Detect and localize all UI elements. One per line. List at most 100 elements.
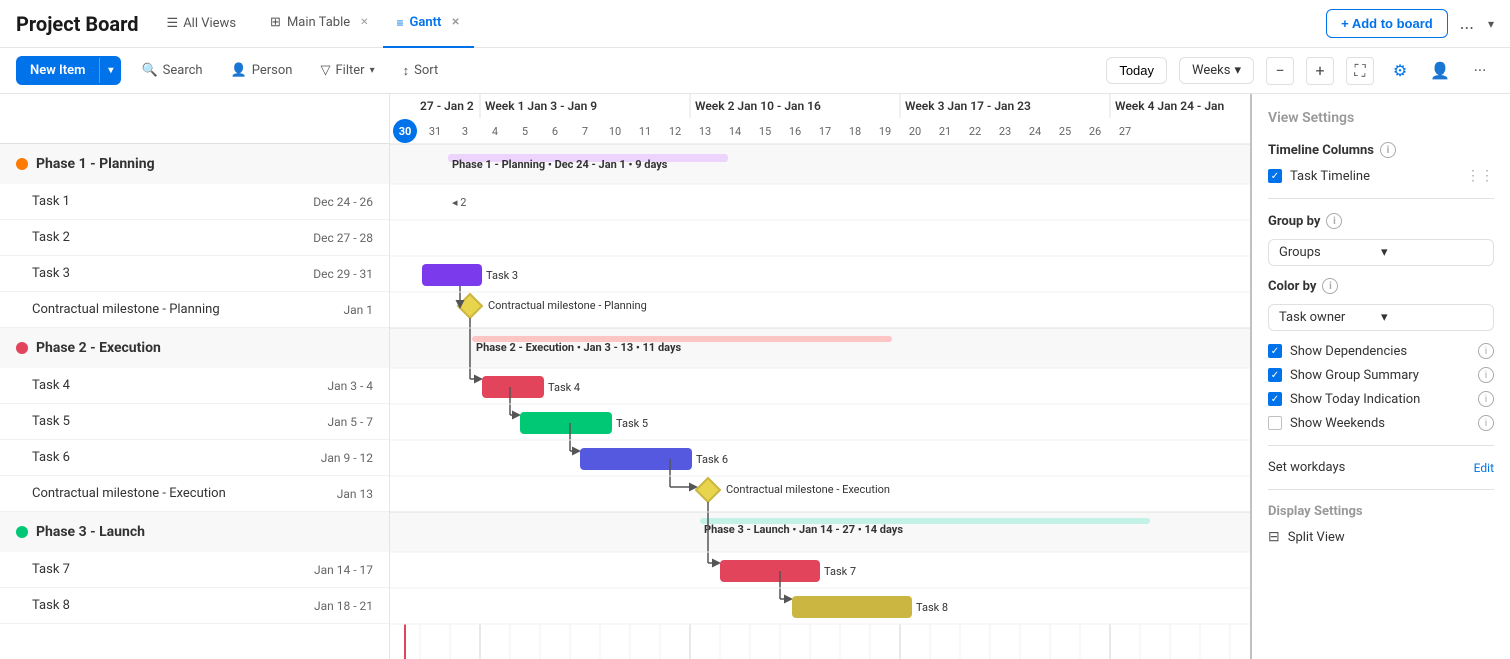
phase3-dot xyxy=(16,526,28,538)
tab-gantt[interactable]: ≡ Gantt ✕ xyxy=(383,0,474,48)
show-group-summary-info-icon[interactable]: i xyxy=(1478,367,1494,383)
group-by-label: Group by xyxy=(1268,214,1320,229)
task8-date: Jan 18 - 21 xyxy=(273,599,373,613)
new-item-dropdown-icon[interactable]: ▾ xyxy=(99,58,121,83)
svg-text:Phase 2 - Execution • Jan 3 -: Phase 2 - Execution • Jan 3 - 13 • 11 da… xyxy=(476,341,681,354)
show-group-summary-checkbox[interactable]: ✓ xyxy=(1268,368,1282,382)
set-workdays-row: Set workdays Edit xyxy=(1268,460,1494,475)
filter-icon: ▽ xyxy=(321,63,331,78)
zoom-out-button[interactable]: − xyxy=(1266,57,1294,85)
svg-text:5: 5 xyxy=(522,125,528,138)
svg-text:26: 26 xyxy=(1089,125,1101,138)
task1-date: Dec 24 - 26 xyxy=(273,195,373,209)
milestone2-name: Contractual milestone - Execution xyxy=(32,486,273,501)
sort-label: Sort xyxy=(414,63,438,78)
svg-text:6: 6 xyxy=(552,125,558,138)
svg-text:19: 19 xyxy=(879,125,891,138)
task-row: Contractual milestone - Planning Jan 1 xyxy=(0,292,389,328)
task-row: Task 2 Dec 27 - 28 xyxy=(0,220,389,256)
person2-icon: 👤 xyxy=(1430,61,1450,80)
svg-text:Task 8: Task 8 xyxy=(916,601,948,614)
group-by-selector[interactable]: Groups ▾ xyxy=(1268,239,1494,266)
color-by-selector[interactable]: Task owner ▾ xyxy=(1268,304,1494,331)
task-row: Task 6 Jan 9 - 12 xyxy=(0,440,389,476)
today-button[interactable]: Today xyxy=(1106,57,1167,84)
tab-gantt-label: Gantt xyxy=(410,15,442,30)
header-more-button[interactable]: ... xyxy=(1460,13,1474,34)
svg-text:24: 24 xyxy=(1029,125,1041,138)
header-chevron-button[interactable]: ▾ xyxy=(1488,17,1494,31)
weeks-chevron-icon: ▾ xyxy=(1234,63,1241,78)
gear-icon: ⚙ xyxy=(1393,61,1407,80)
show-dependencies-checkbox[interactable]: ✓ xyxy=(1268,344,1282,358)
svg-text:Task 3: Task 3 xyxy=(486,269,518,282)
group-header-phase1: Phase 1 - Planning xyxy=(0,144,389,184)
svg-text:10: 10 xyxy=(609,125,621,138)
phase1-dot xyxy=(16,158,28,170)
filter-chevron-icon: ▾ xyxy=(370,65,375,76)
show-today-label: Show Today Indication xyxy=(1290,392,1420,407)
task5-date: Jan 5 - 7 xyxy=(273,415,373,429)
sort-button[interactable]: ↕ Sort xyxy=(395,59,447,83)
toolbar-more-button[interactable]: ··· xyxy=(1466,57,1494,85)
new-item-button[interactable]: New Item ▾ xyxy=(16,56,121,85)
svg-text:22: 22 xyxy=(969,125,981,138)
settings-button[interactable]: ⚙ xyxy=(1386,57,1414,85)
split-view-row[interactable]: ⊟ Split View xyxy=(1268,529,1494,545)
tab-main-table[interactable]: ⊞ Main Table ✕ xyxy=(256,0,383,48)
show-today-checkbox[interactable]: ✓ xyxy=(1268,392,1282,406)
search-icon: 🔍 xyxy=(141,63,157,78)
show-weekends-info-icon[interactable]: i xyxy=(1478,415,1494,431)
color-by-chevron-icon: ▾ xyxy=(1381,310,1483,325)
tab-gantt-icon: ≡ xyxy=(397,16,404,30)
group-by-value: Groups xyxy=(1279,245,1381,260)
search-label: Search xyxy=(163,63,203,78)
svg-text:Contractual milestone - Planni: Contractual milestone - Planning xyxy=(488,299,647,312)
svg-text:20: 20 xyxy=(909,125,921,138)
all-views-button[interactable]: ☰ All Views xyxy=(159,12,245,35)
divider3 xyxy=(1268,489,1494,490)
svg-text:17: 17 xyxy=(819,125,831,138)
task-timeline-label: Task Timeline xyxy=(1290,169,1370,184)
person-button[interactable]: 👤 Person xyxy=(223,59,301,82)
color-by-label: Color by xyxy=(1268,279,1316,294)
tab-gantt-close[interactable]: ✕ xyxy=(451,17,459,28)
zoom-in-button[interactable]: + xyxy=(1306,57,1334,85)
show-dependencies-info-icon[interactable]: i xyxy=(1478,343,1494,359)
add-to-board-button[interactable]: + Add to board xyxy=(1326,9,1448,38)
group-by-info-icon[interactable]: i xyxy=(1326,213,1342,229)
fullscreen-button[interactable]: ⛶ xyxy=(1346,57,1374,85)
person2-button[interactable]: 👤 xyxy=(1426,57,1454,85)
task3-name: Task 3 xyxy=(32,266,273,281)
color-by-info-icon[interactable]: i xyxy=(1322,278,1338,294)
task8-name: Task 8 xyxy=(32,598,273,613)
svg-text:Week 4 Jan 24 - Jan: Week 4 Jan 24 - Jan xyxy=(1115,99,1224,113)
search-button[interactable]: 🔍 Search xyxy=(133,59,210,82)
task7-name: Task 7 xyxy=(32,562,273,577)
show-group-summary-label: Show Group Summary xyxy=(1290,368,1419,383)
show-today-row: ✓ Show Today Indication i xyxy=(1268,391,1494,407)
split-view-label: Split View xyxy=(1288,530,1345,545)
svg-text:Contractual milestone - Execut: Contractual milestone - Execution xyxy=(726,483,890,496)
group-by-section: Group by i xyxy=(1268,213,1494,229)
svg-text:21: 21 xyxy=(939,125,951,138)
color-by-value: Task owner xyxy=(1279,310,1381,325)
svg-text:Task 6: Task 6 xyxy=(696,453,728,466)
group-header-phase3: Phase 3 - Launch xyxy=(0,512,389,552)
right-panel: View Settings Timeline Columns i ✓ Task … xyxy=(1250,94,1510,659)
svg-text:25: 25 xyxy=(1059,125,1071,138)
toolbar-more-icon: ··· xyxy=(1474,61,1487,80)
svg-text:16: 16 xyxy=(789,125,801,138)
edit-workdays-button[interactable]: Edit xyxy=(1474,461,1494,475)
all-views-label: All Views xyxy=(183,16,236,31)
tab-main-table-close[interactable]: ✕ xyxy=(360,17,368,28)
svg-text:Task 7: Task 7 xyxy=(824,565,856,578)
filter-button[interactable]: ▽ Filter ▾ xyxy=(313,59,383,82)
weeks-selector[interactable]: Weeks ▾ xyxy=(1179,57,1254,84)
svg-text:Phase 3 - Launch • Jan 14 - 27: Phase 3 - Launch • Jan 14 - 27 • 14 days xyxy=(704,523,903,536)
timeline-columns-info-icon[interactable]: i xyxy=(1380,142,1396,158)
task-timeline-row: ✓ Task Timeline ⋮⋮ xyxy=(1268,168,1494,184)
show-today-info-icon[interactable]: i xyxy=(1478,391,1494,407)
task-timeline-checkbox[interactable]: ✓ xyxy=(1268,169,1282,183)
show-weekends-checkbox[interactable] xyxy=(1268,416,1282,430)
